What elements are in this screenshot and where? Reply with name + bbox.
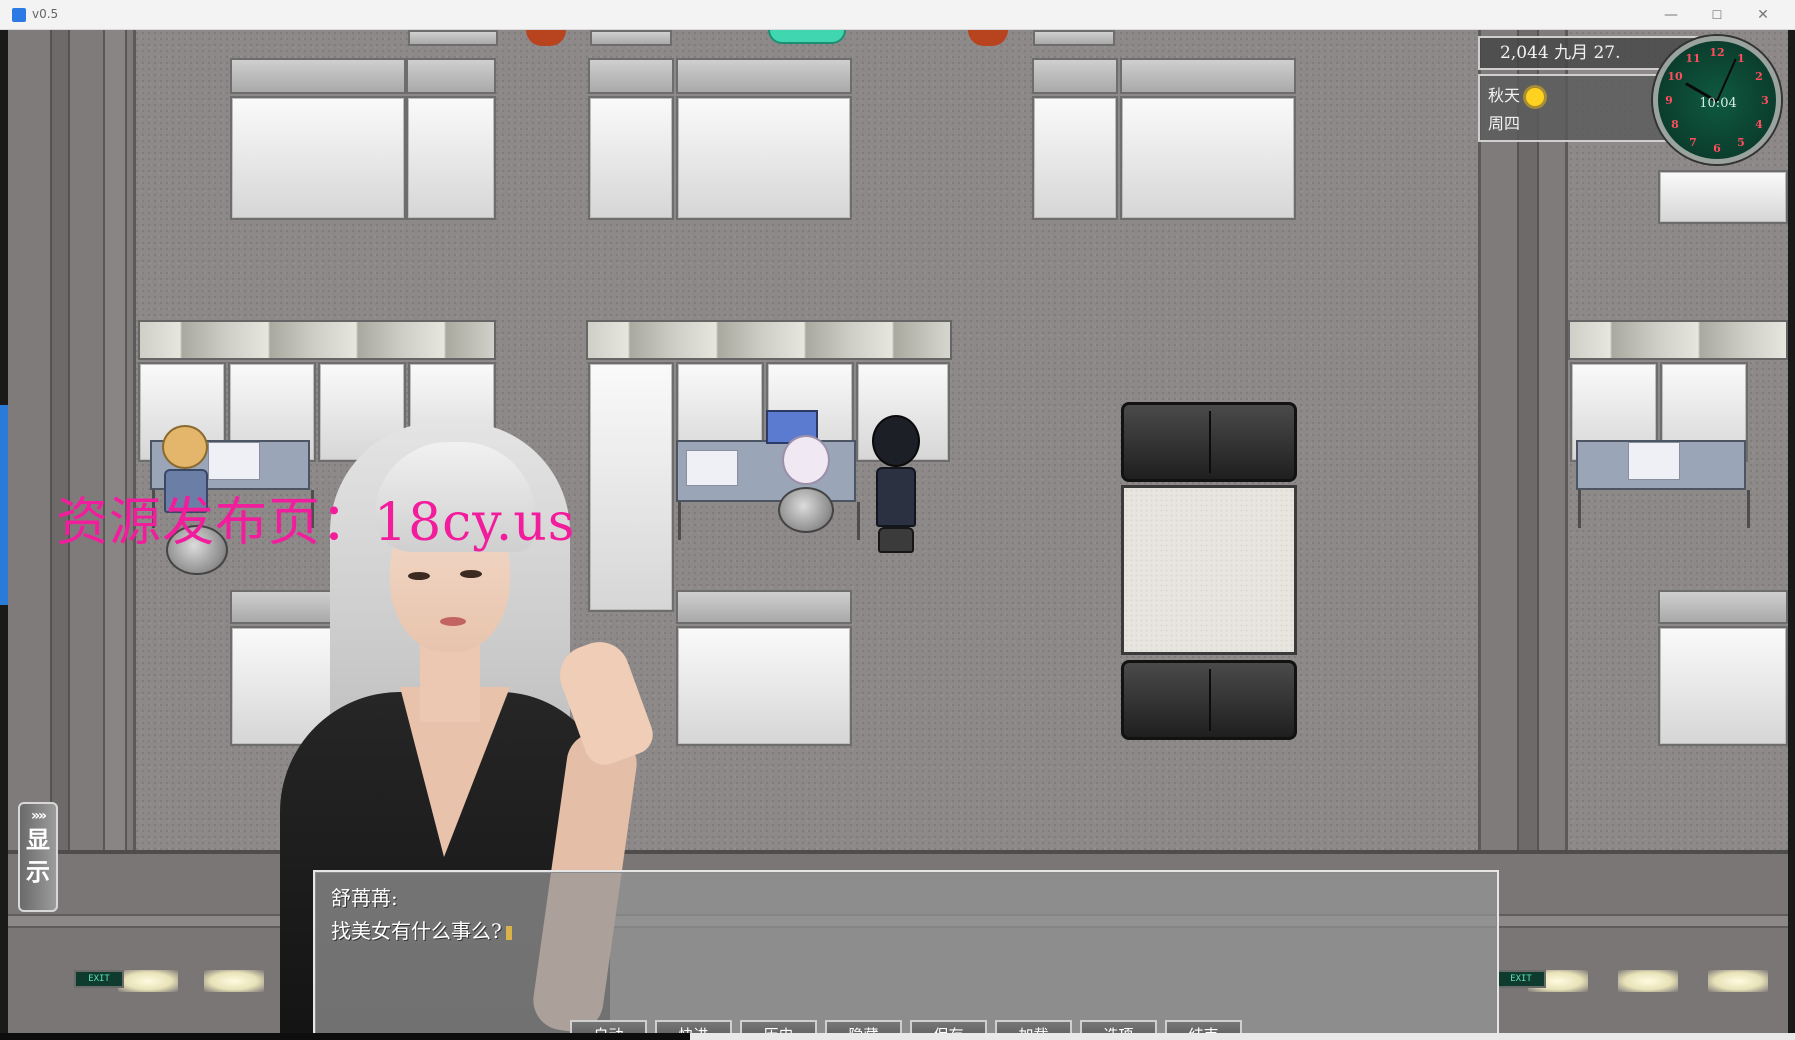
show-panel-toggle[interactable]: »» 显 示: [18, 802, 58, 912]
clock-numeral: 4: [1755, 118, 1763, 131]
cabinet: [1033, 30, 1115, 46]
app-icon: [12, 8, 26, 22]
white-rug: [1121, 485, 1297, 655]
clock-numeral: 12: [1709, 46, 1725, 59]
clock-numeral: 10: [1667, 70, 1683, 83]
black-sofa: [1121, 660, 1297, 740]
cabinet: [1120, 96, 1296, 220]
white-hair-npc-sprite[interactable]: [774, 435, 838, 535]
cabinet: [676, 96, 852, 220]
auto-button[interactable]: 自动: [570, 1020, 647, 1033]
options-button[interactable]: 选项: [1080, 1020, 1157, 1033]
ceiling-lamp-icon: [204, 970, 264, 992]
teal-door-icon: [768, 30, 846, 44]
dialog-menu: 自动快进历史隐藏保存加载选项结束: [570, 1020, 1250, 1033]
clock-numeral: 9: [1665, 94, 1673, 107]
clock-numeral: 5: [1737, 136, 1745, 149]
ceiling-lamp-icon: [1618, 970, 1678, 992]
portrait-neck: [420, 642, 480, 722]
ceiling-lamp-icon: [118, 970, 178, 992]
title-bar: v0.5 — ☐ ✕: [0, 0, 1795, 30]
cabinet: [588, 58, 674, 94]
season-label: 秋天: [1488, 86, 1521, 105]
papers: [686, 450, 738, 486]
black-sofa: [1121, 402, 1297, 482]
toggle-label-line2: 示: [26, 858, 50, 886]
game-scene[interactable]: EXIT EXIT 资源发布页：18cy.us 2,044 九月 27. 秋天 …: [8, 30, 1788, 1033]
exit-sign: EXIT: [1496, 970, 1546, 988]
portrait-lips: [440, 617, 466, 626]
toggle-label-line1: 显: [26, 826, 50, 854]
continue-cursor-icon: [505, 925, 512, 940]
close-button[interactable]: ✕: [1740, 0, 1786, 30]
cabinet: [230, 96, 406, 220]
cabinet: [676, 590, 852, 624]
cabinet: [1658, 590, 1788, 624]
load-button[interactable]: 加载: [995, 1020, 1072, 1033]
clock-numeral: 7: [1689, 136, 1697, 149]
desktop-edge: [0, 405, 8, 605]
bottom-bar: [690, 1033, 1795, 1040]
clock-numeral: 6: [1713, 142, 1721, 155]
speaker-name: 舒苒苒:: [331, 886, 398, 910]
clock-numeral: 3: [1761, 94, 1769, 107]
exit-sign: EXIT: [74, 970, 124, 988]
hide-button[interactable]: 隐藏: [825, 1020, 902, 1033]
cabinet: [230, 58, 406, 94]
sun-icon: [1526, 87, 1545, 106]
cabinet: [406, 58, 496, 94]
red-door-icon: [526, 30, 566, 46]
game-window: v0.5 — ☐ ✕ EXIT EXIT 资源发布页：18cy.us 2,044…: [0, 0, 1795, 1040]
cabinet: [1032, 96, 1118, 220]
time-hud: 2,044 九月 27. 秋天 周四 12 1 2 3 4 5 6 7 8 9 …: [1478, 36, 1781, 171]
clock-minute-hand: [1716, 58, 1737, 102]
shelf-strip: [586, 320, 952, 360]
bottom-strip: [0, 1033, 1795, 1040]
shelf-strip: [1568, 320, 1788, 360]
end-button[interactable]: 结束: [1165, 1020, 1242, 1033]
ceiling-lamp-icon: [1708, 970, 1768, 992]
watermark-text: 资源发布页：18cy.us: [56, 493, 576, 553]
portrait-eye: [408, 572, 430, 580]
red-door-icon: [968, 30, 1008, 46]
maximize-button[interactable]: ☐: [1694, 0, 1740, 30]
cabinet: [408, 30, 498, 46]
cabinet: [676, 58, 852, 94]
dialog-line: 找美女有什么事么?: [331, 919, 502, 943]
papers: [1628, 442, 1680, 480]
skip-button[interactable]: 快进: [655, 1020, 732, 1033]
clock-numeral: 8: [1671, 118, 1679, 131]
dialog-text: 找美女有什么事么?: [331, 915, 512, 944]
dialog-box[interactable]: 舒苒苒: 找美女有什么事么? 自动快进历史隐藏保存加载选项结束: [313, 870, 1499, 1033]
analog-clock: 12 1 2 3 4 5 6 7 8 9 10 11 10:04: [1653, 36, 1781, 164]
cabinet: [676, 626, 852, 746]
clock-numeral: 2: [1755, 70, 1763, 83]
cabinet: [1658, 626, 1788, 746]
player-sprite[interactable]: [866, 415, 926, 555]
cabinet: [1658, 170, 1788, 224]
clock-digital-time: 10:04: [1699, 96, 1737, 111]
cabinet: [590, 30, 672, 46]
chevron-right-icon: »»: [30, 808, 47, 824]
clock-numeral: 11: [1685, 52, 1701, 65]
cabinet: [1032, 58, 1118, 94]
shelf-strip: [138, 320, 496, 360]
window-title: v0.5: [32, 7, 59, 21]
save-button[interactable]: 保存: [910, 1020, 987, 1033]
portrait-eye: [460, 570, 482, 578]
cabinet: [1120, 58, 1296, 94]
minimize-button[interactable]: —: [1648, 0, 1694, 30]
cabinet: [406, 96, 496, 220]
history-button[interactable]: 历史: [740, 1020, 817, 1033]
cabinet: [588, 96, 674, 220]
